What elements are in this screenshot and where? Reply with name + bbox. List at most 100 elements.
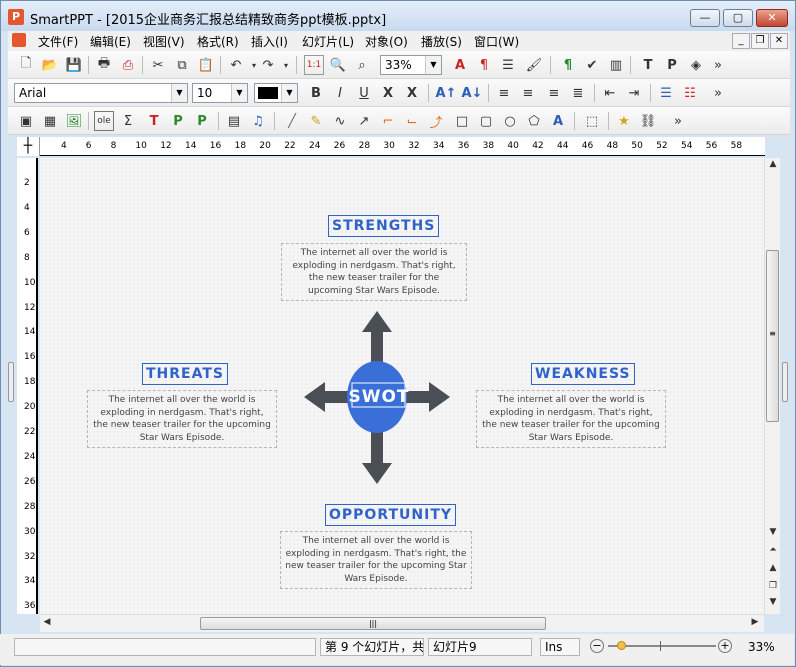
menu-view[interactable]: 视图(V): [143, 33, 185, 50]
template-t-icon[interactable]: T: [638, 55, 658, 75]
image-icon[interactable]: 🖼: [64, 111, 84, 131]
new-file-icon[interactable]: 🗋: [16, 55, 36, 75]
statistics-icon[interactable]: ▥: [606, 55, 626, 75]
close-button[interactable]: ✕: [756, 9, 788, 27]
video-icon[interactable]: ▤: [224, 111, 244, 131]
scroll-left-icon[interactable]: ◀: [40, 616, 54, 630]
ole-object-icon[interactable]: ole: [94, 111, 114, 131]
undo-icon[interactable]: ↶: [226, 55, 246, 75]
paragraph-format-icon[interactable]: ¶: [474, 55, 494, 75]
copy-icon[interactable]: ⧉: [172, 55, 192, 75]
weakness-title[interactable]: WEAKNESS: [531, 363, 635, 385]
weakness-text[interactable]: The internet all over the world is explo…: [476, 390, 666, 448]
menu-slide[interactable]: 幻灯片(L): [302, 33, 354, 50]
chevron-down-icon[interactable]: ▼: [425, 56, 441, 74]
decrease-indent-icon[interactable]: ⇤: [600, 83, 620, 103]
curve-icon[interactable]: ∿: [330, 111, 350, 131]
font-name-select[interactable]: Arial ▼: [14, 83, 188, 103]
arrow-line-icon[interactable]: ↗: [354, 111, 374, 131]
menu-window[interactable]: 窗口(W): [474, 33, 519, 50]
table-icon[interactable]: ▦: [40, 111, 60, 131]
spellcheck-icon[interactable]: ✔: [582, 55, 602, 75]
elbow-connector-icon[interactable]: ⌙: [402, 111, 422, 131]
actual-size-icon[interactable]: 1:1: [304, 55, 324, 75]
opportunity-title[interactable]: OPPORTUNITY: [325, 504, 457, 526]
maximize-button[interactable]: ▢: [723, 9, 753, 27]
mdi-close-button[interactable]: ✕: [770, 33, 788, 49]
star-icon[interactable]: ★: [614, 111, 634, 131]
next-slide-icon[interactable]: ▼: [766, 596, 780, 610]
align-right-icon[interactable]: ≡: [544, 83, 564, 103]
chevron-down-icon[interactable]: ▼: [171, 84, 187, 102]
slide-view-icon[interactable]: ❐: [766, 580, 780, 594]
strengths-title[interactable]: STRENGTHS: [328, 215, 440, 237]
zoom-slider-thumb[interactable]: [617, 641, 626, 650]
search-icon[interactable]: ⌕: [352, 55, 372, 75]
font-size-select[interactable]: 10 ▼: [192, 83, 248, 103]
print-icon[interactable]: 🖶: [94, 55, 114, 75]
threats-text[interactable]: The internet all over the world is explo…: [87, 390, 277, 448]
select-frame-icon[interactable]: ▣: [16, 111, 36, 131]
strikethrough-icon[interactable]: X: [378, 83, 398, 103]
first-slide-icon[interactable]: ⏶: [766, 544, 780, 558]
grow-font-icon[interactable]: A↑: [436, 83, 457, 103]
scroll-right-icon[interactable]: ▶: [748, 616, 762, 630]
line-icon[interactable]: ╱: [282, 111, 302, 131]
bullet-list-icon[interactable]: ☰: [656, 83, 676, 103]
wordart-icon[interactable]: A: [548, 111, 568, 131]
document-icon[interactable]: [12, 33, 26, 47]
right-panel-handle[interactable]: [782, 362, 788, 402]
vertical-scrollbar[interactable]: ▲ ≡ ▼ ⏶ ▲ ❐ ▼: [764, 158, 780, 614]
pen-icon[interactable]: ✎: [306, 111, 326, 131]
redo-dropdown-icon[interactable]: ▾: [276, 55, 296, 75]
zoom-glass-icon[interactable]: 🔍: [328, 55, 348, 75]
green-p-frame-icon[interactable]: P: [168, 111, 188, 131]
mdi-minimize-button[interactable]: _: [732, 33, 750, 49]
chevron-down-icon[interactable]: ▼: [281, 84, 297, 102]
numbered-list-icon[interactable]: ☷: [680, 83, 700, 103]
rounded-rectangle-icon[interactable]: ▢: [476, 111, 496, 131]
connector-icon[interactable]: ⌐: [378, 111, 398, 131]
mdi-restore-button[interactable]: ❐: [751, 33, 769, 49]
text-frame-icon[interactable]: T: [144, 111, 164, 131]
left-panel-handle[interactable]: [8, 362, 14, 402]
redo-icon[interactable]: ↷: [258, 55, 278, 75]
slide-canvas[interactable]: SWOT STRENGTHS The internet all over the…: [40, 158, 764, 614]
group-icon[interactable]: ⬚: [582, 111, 602, 131]
menu-object[interactable]: 对象(O): [365, 33, 408, 50]
formula-icon[interactable]: Σ: [118, 111, 138, 131]
menu-play[interactable]: 播放(S): [421, 33, 462, 50]
layers-icon[interactable]: ◈: [686, 55, 706, 75]
horizontal-scrollbar[interactable]: ◀ ||| ▶: [40, 614, 764, 632]
zoom-select[interactable]: 33% ▼: [380, 55, 442, 75]
previous-slide-icon[interactable]: ▲: [766, 562, 780, 576]
ruler-origin-icon[interactable]: ┼: [17, 137, 40, 156]
threats-title[interactable]: THREATS: [142, 363, 228, 385]
strengths-text[interactable]: The internet all over the world is explo…: [281, 243, 467, 301]
pdf-export-icon[interactable]: ⎙: [118, 55, 138, 75]
show-formatting-icon[interactable]: ¶: [558, 55, 578, 75]
align-left-icon[interactable]: ≡: [494, 83, 514, 103]
chevron-down-icon[interactable]: ▼: [231, 84, 247, 102]
paste-icon[interactable]: 📋: [196, 55, 216, 75]
scroll-up-icon[interactable]: ▲: [766, 158, 780, 172]
clear-format-icon[interactable]: X: [402, 83, 422, 103]
align-center-icon[interactable]: ≡: [518, 83, 538, 103]
template-p-icon[interactable]: P: [662, 55, 682, 75]
audio-icon[interactable]: ♫: [248, 111, 268, 131]
format-painter-icon[interactable]: 🖌: [524, 55, 544, 75]
hyperlink-icon[interactable]: ⛓: [638, 111, 658, 131]
vertical-scroll-thumb[interactable]: ≡: [766, 250, 779, 422]
minimize-button[interactable]: —: [690, 9, 720, 27]
menu-format[interactable]: 格式(R): [197, 33, 239, 50]
open-folder-icon[interactable]: 📂: [40, 55, 60, 75]
rectangle-icon[interactable]: □: [452, 111, 472, 131]
zoom-out-icon[interactable]: −: [590, 639, 604, 653]
scroll-down-icon[interactable]: ▼: [766, 526, 780, 540]
curved-connector-icon[interactable]: ⤴: [426, 111, 446, 131]
opportunity-text[interactable]: The internet all over the world is explo…: [280, 531, 472, 589]
ellipse-icon[interactable]: ○: [500, 111, 520, 131]
menu-insert[interactable]: 插入(I): [251, 33, 288, 50]
cut-icon[interactable]: ✂: [148, 55, 168, 75]
more-format-icon[interactable]: »: [708, 83, 728, 103]
